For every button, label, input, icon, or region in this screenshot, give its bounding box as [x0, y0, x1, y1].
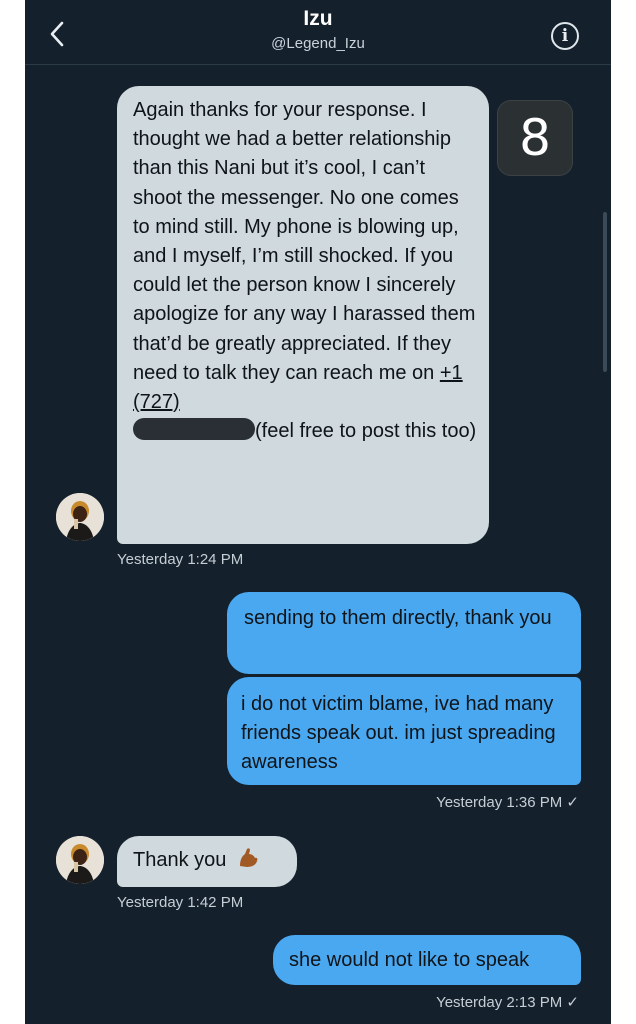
message-bubble-outgoing[interactable]: i do not victim blame, ive had many frie…: [227, 677, 581, 785]
scrollbar[interactable]: [603, 212, 607, 372]
message-bubble-incoming[interactable]: Thank you: [117, 836, 297, 887]
message-text-continued: (feel free to post this too): [255, 420, 477, 443]
avatar[interactable]: [56, 493, 104, 541]
avatar[interactable]: [56, 836, 104, 884]
message-bubble-outgoing[interactable]: sending to them directly, thank you: [227, 592, 581, 674]
message-timestamp: Yesterday 1:24 PM: [117, 551, 244, 568]
message-timestamp: Yesterday 1:36 PM ✓: [436, 794, 579, 811]
avatar-photo-icon: [56, 836, 104, 884]
message-text: Again thanks for your response. I though…: [133, 99, 476, 384]
number-badge: 8: [497, 100, 573, 176]
info-button[interactable]: i: [551, 22, 579, 50]
contact-handle[interactable]: @Legend_Izu: [25, 34, 611, 54]
avatar-photo-icon: [56, 493, 104, 541]
flexed-biceps-emoji: [236, 846, 260, 879]
dm-conversation-screen: Izu @Legend_Izu i Again thanks for your …: [25, 0, 611, 1024]
message-text: Thank you: [133, 849, 227, 871]
message-timestamp: Yesterday 2:13 PM ✓: [436, 994, 579, 1011]
contact-name[interactable]: Izu: [25, 6, 611, 32]
message-bubble-outgoing[interactable]: she would not like to speak: [273, 935, 581, 985]
message-text: she would not like to speak: [289, 949, 530, 971]
redaction-mark: [133, 418, 255, 441]
info-icon: i: [561, 26, 569, 46]
message-bubble-incoming[interactable]: Again thanks for your response. I though…: [117, 86, 489, 544]
message-text: i do not victim blame, ive had many frie…: [241, 693, 556, 774]
message-timestamp: Yesterday 1:42 PM: [117, 894, 244, 911]
conversation-header: Izu @Legend_Izu i: [25, 0, 611, 65]
message-text: sending to them directly, thank you: [244, 607, 552, 629]
